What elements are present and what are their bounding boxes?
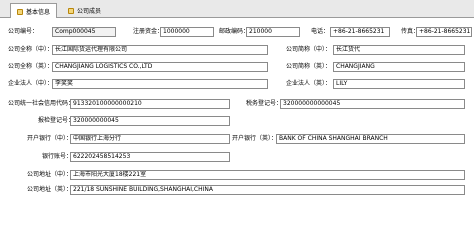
- phone-label: 电话：: [311, 28, 330, 35]
- bank-cn-field[interactable]: 中国银行上海分行: [70, 134, 230, 144]
- postal-code-field[interactable]: 210000: [246, 27, 300, 37]
- customs-reg-label: 报检登记号：: [38, 117, 75, 124]
- tax-reg-field[interactable]: 320000000000045: [280, 99, 465, 109]
- account-field[interactable]: 622202458514253: [70, 152, 230, 162]
- address-cn-label: 公司地址（中）：: [27, 171, 73, 178]
- address-en-label: 公司地址（英）：: [27, 186, 73, 193]
- tab-bar: 基本信息 公司成员: [0, 0, 474, 19]
- bank-cn-label: 开户银行（中）：: [27, 135, 73, 142]
- company-code-field[interactable]: Comp000045: [52, 27, 116, 37]
- full-name-cn-label: 公司全称（中）：: [8, 46, 54, 53]
- unified-code-label: 公司统一社会信用代码：: [8, 100, 75, 107]
- registered-capital-field[interactable]: 1000000: [160, 27, 214, 37]
- basic-info-panel: 公司编号： Comp000045 注册资金： 1000000 邮政编码： 210…: [0, 18, 474, 234]
- address-cn-field[interactable]: 上海市阳光大厦18楼221室: [70, 170, 465, 180]
- phone-field[interactable]: +86-21-8665231: [330, 27, 390, 37]
- tax-reg-label: 税务登记号：: [246, 100, 283, 107]
- legal-rep-en-label: 企业法人（英）：: [286, 80, 332, 87]
- fax-field[interactable]: +86-21-8665231: [416, 27, 472, 37]
- short-name-en-label: 公司简称（英）：: [286, 63, 332, 70]
- company-code-label: 公司编号：: [8, 28, 39, 35]
- registered-capital-label: 注册资金：: [133, 28, 164, 35]
- folder-icon: [17, 8, 23, 15]
- short-name-cn-label: 公司简称（中）：: [286, 46, 332, 53]
- tab-label: 公司成员: [77, 8, 102, 15]
- folder-icon: [68, 7, 74, 14]
- address-en-field[interactable]: 221/18 SUNSHINE BUILDING,SHANGHAI,CHINA: [70, 185, 465, 195]
- legal-rep-en-field[interactable]: LILY: [333, 79, 465, 89]
- postal-code-label: 邮政编码：: [219, 28, 250, 35]
- tab-company-members[interactable]: 公司成员: [62, 3, 107, 18]
- tab-basic-info[interactable]: 基本信息: [10, 3, 58, 19]
- bank-en-label: 开户银行（英）：: [232, 135, 278, 142]
- customs-reg-field[interactable]: 320000000045: [70, 116, 230, 126]
- full-name-en-field[interactable]: CHANGJIANG LOGISTICS CO.,LTD: [52, 62, 268, 72]
- legal-rep-cn-field[interactable]: 李笑笑: [52, 79, 268, 89]
- full-name-cn-field[interactable]: 长江国际货运代理有限公司: [52, 45, 268, 55]
- short-name-en-field[interactable]: CHANGJIANG: [333, 62, 465, 72]
- unified-code-field[interactable]: 913320100000000210: [70, 99, 230, 109]
- short-name-cn-field[interactable]: 长江货代: [333, 45, 465, 55]
- tab-label: 基本信息: [26, 9, 51, 16]
- account-label: 银行账号：: [42, 153, 73, 160]
- full-name-en-label: 公司全称（英）：: [8, 63, 54, 70]
- bank-en-field[interactable]: BANK OF CHINA SHANGHAI BRANCH: [276, 134, 465, 144]
- legal-rep-cn-label: 企业法人（中）：: [8, 80, 54, 87]
